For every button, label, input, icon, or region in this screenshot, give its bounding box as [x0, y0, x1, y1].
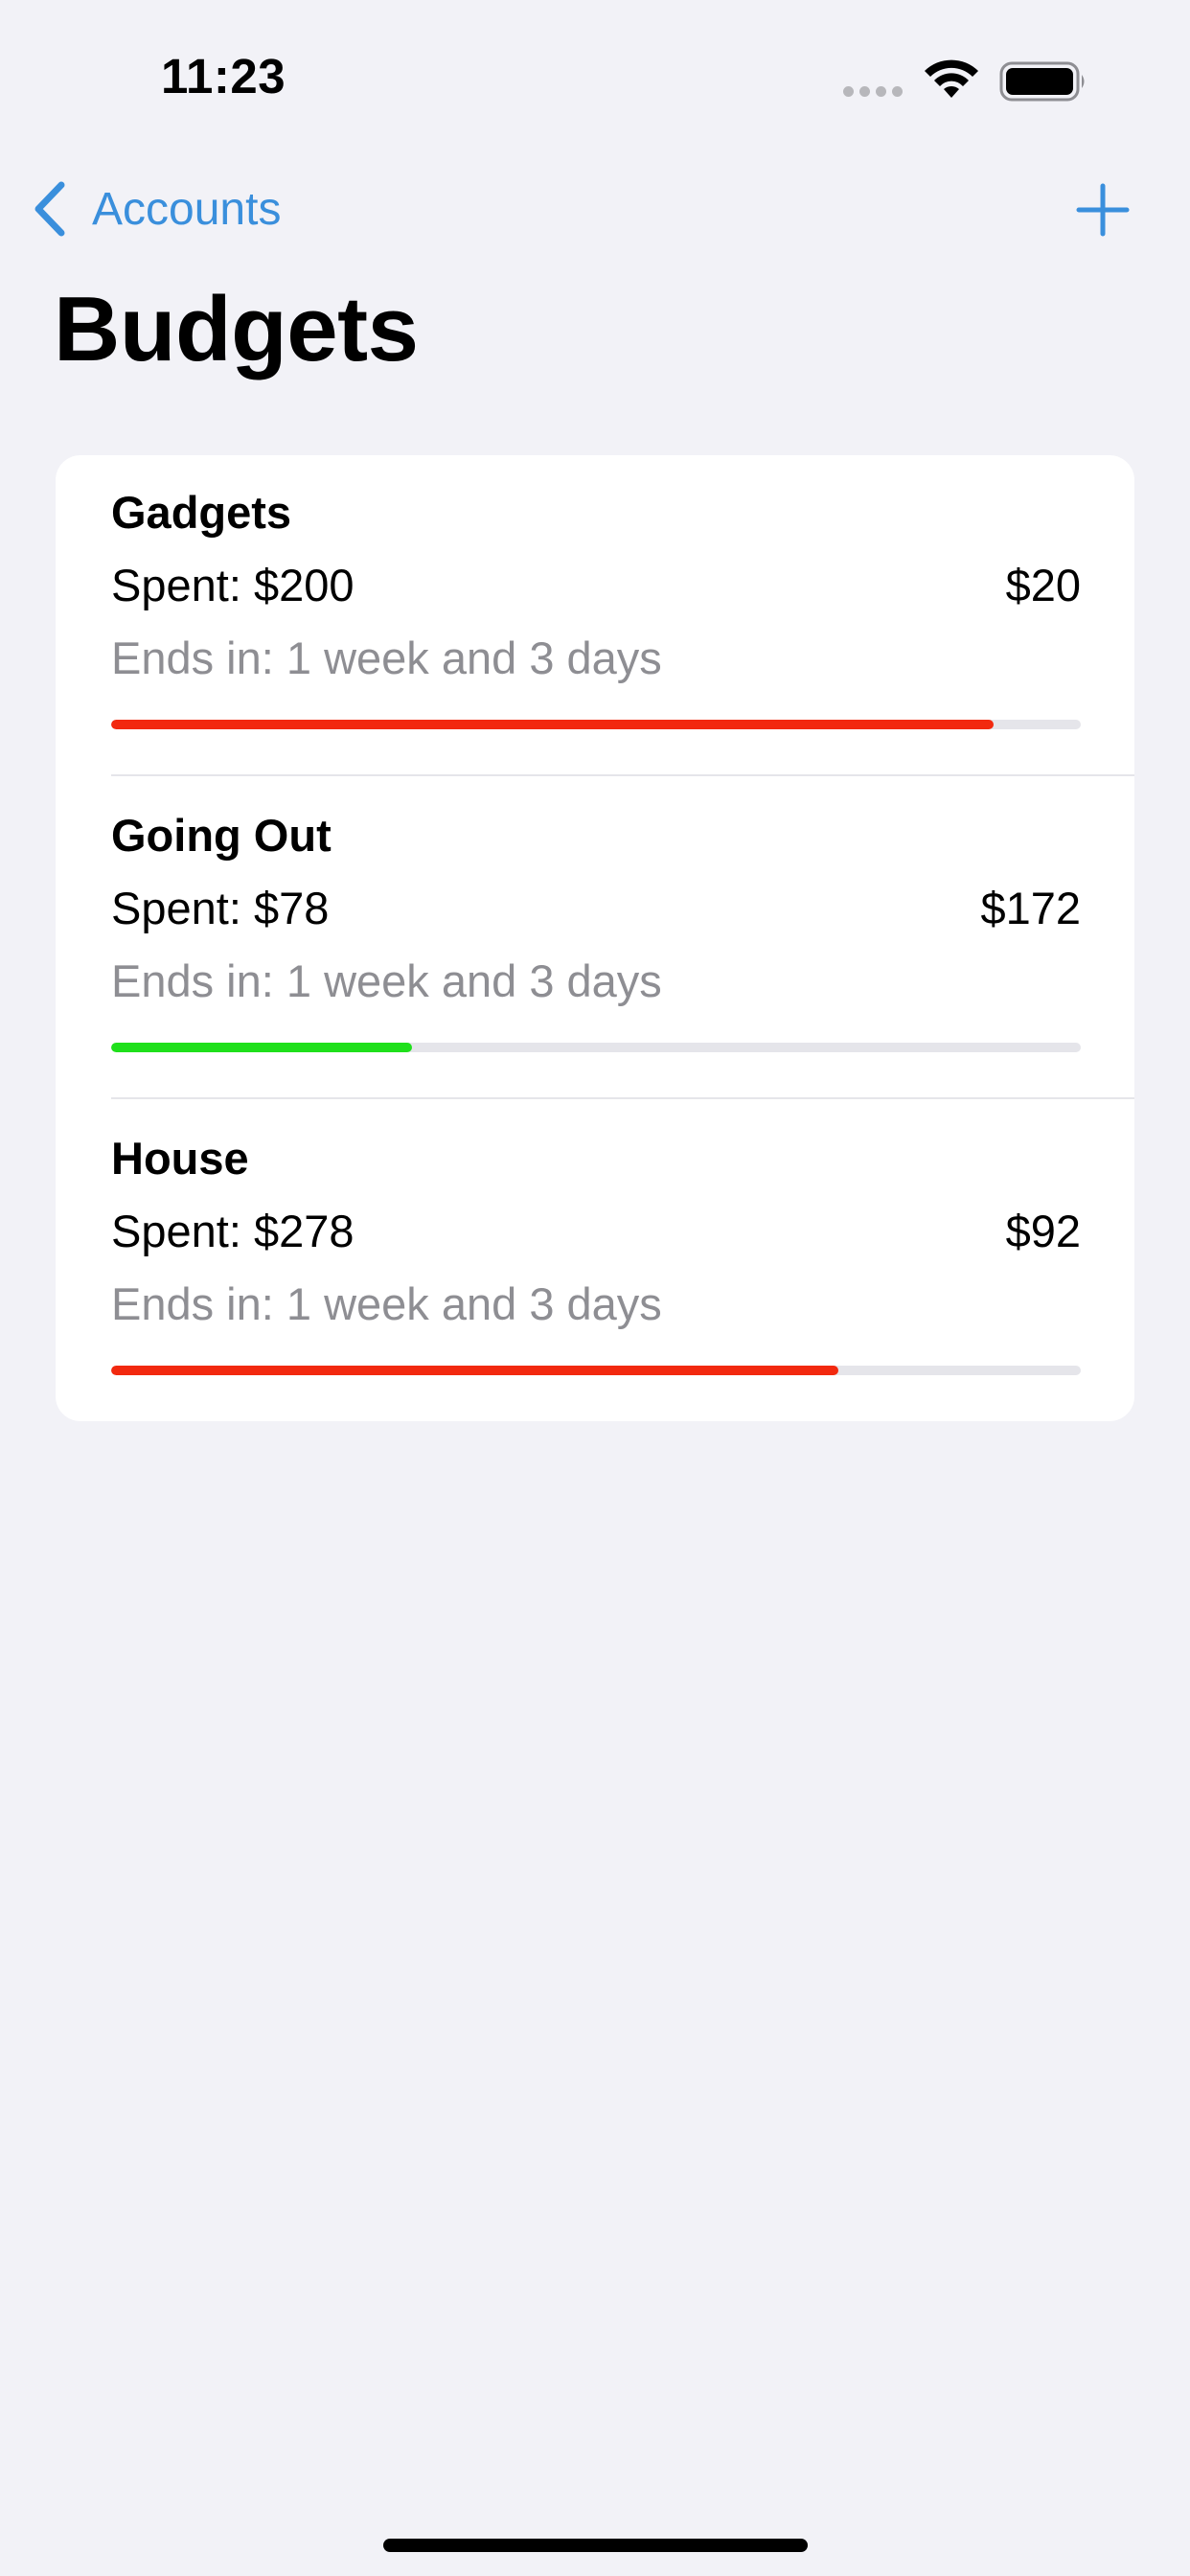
budget-ends: Ends in: 1 week and 3 days	[111, 955, 662, 1006]
budget-progress-bar	[111, 1366, 1081, 1375]
budget-row-house[interactable]: House Spent: $278 $92 Ends in: 1 week an…	[56, 1101, 1134, 1421]
budget-progress-bar	[111, 1043, 1081, 1052]
chevron-left-icon	[34, 181, 65, 237]
row-divider	[111, 1097, 1134, 1099]
battery-icon	[999, 61, 1085, 102]
back-button[interactable]: Accounts	[33, 177, 281, 241]
budget-spent: Spent: $278	[111, 1206, 355, 1256]
budget-row-gadgets[interactable]: Gadgets Spent: $200 $20 Ends in: 1 week …	[56, 455, 1134, 778]
status-time: 11:23	[161, 49, 286, 104]
cellular-signal-icon	[843, 86, 903, 97]
budgets-list: Gadgets Spent: $200 $20 Ends in: 1 week …	[56, 455, 1134, 1421]
page-title: Budgets	[54, 278, 419, 380]
budget-spent: Spent: $78	[111, 883, 330, 933]
budget-remaining: $20	[1005, 560, 1081, 610]
budget-progress-fill	[111, 1043, 412, 1052]
budget-ends: Ends in: 1 week and 3 days	[111, 632, 662, 683]
budget-remaining: $92	[1005, 1206, 1081, 1256]
budget-spent: Spent: $200	[111, 560, 355, 610]
back-button-label: Accounts	[92, 183, 282, 235]
wifi-icon	[925, 59, 978, 98]
budget-progress-fill	[111, 720, 994, 729]
home-indicator	[383, 2539, 808, 2552]
budget-remaining: $172	[980, 883, 1081, 933]
budget-row-going-out[interactable]: Going Out Spent: $78 $172 Ends in: 1 wee…	[56, 778, 1134, 1101]
budget-name: House	[111, 1133, 249, 1184]
budget-name: Going Out	[111, 810, 332, 861]
budget-ends: Ends in: 1 week and 3 days	[111, 1278, 662, 1329]
row-divider	[111, 774, 1134, 776]
budget-progress-fill	[111, 1366, 838, 1375]
plus-icon[interactable]	[1075, 182, 1131, 238]
budget-name: Gadgets	[111, 487, 292, 538]
budget-progress-bar	[111, 720, 1081, 729]
